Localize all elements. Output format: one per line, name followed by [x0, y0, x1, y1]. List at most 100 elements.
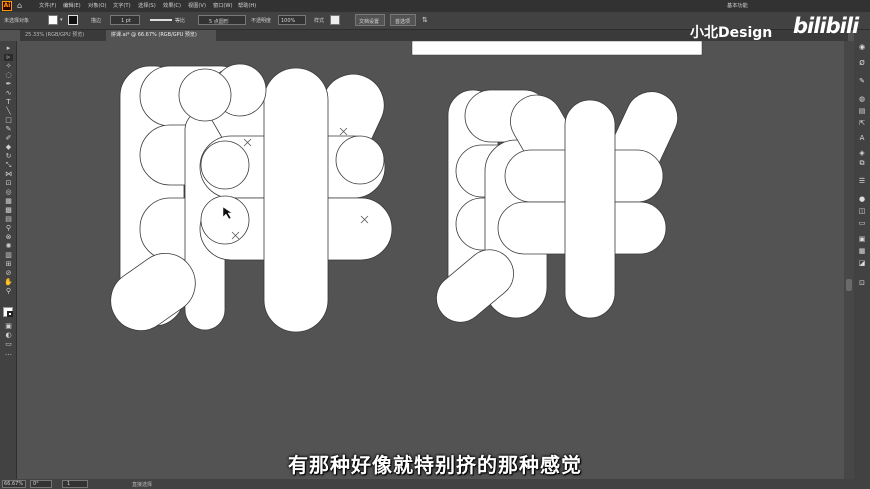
menu-help[interactable]: 帮助(H)	[238, 2, 256, 9]
tab-document-2[interactable]: 拼课.ai* @ 66.67% (RGB/GPU 预览)	[106, 30, 216, 41]
asset-export-icon[interactable]: ▤	[858, 108, 866, 115]
glyph-left-stem	[263, 67, 329, 333]
glyph-left-bump-4	[200, 140, 250, 190]
align-panel-icon[interactable]: ☰	[858, 178, 866, 185]
properties-panel-icon[interactable]: Ø	[858, 60, 866, 67]
brushes-panel-icon[interactable]: ✎	[858, 78, 866, 85]
direct-selection-tool-icon[interactable]: ▹	[4, 54, 13, 61]
brush-definition[interactable]: 5 点圆形	[198, 15, 246, 25]
fill-swatch[interactable]	[48, 15, 58, 25]
type-tool-icon[interactable]: T	[4, 99, 13, 106]
preferences-label: 首选项	[395, 19, 411, 25]
menu-view[interactable]: 视图(V)	[188, 2, 206, 9]
slice-tool-icon[interactable]: ⊘	[4, 270, 13, 277]
menu-bar: Ai ⌂ 文件(F) 编辑(E) 对象(O) 文字(T) 选择(S) 效果(C)…	[0, 0, 870, 12]
zoom-value: 66.67%	[4, 481, 24, 487]
panel-dock: ◉ Ø ✎ ◍ ▤ ⇱ A ◈ ⧉ ☰ ● ◫ ▭ ▣ ▦ ◪ ⊡	[854, 30, 870, 479]
brush-label: 5 点圆形	[209, 19, 229, 25]
free-transform-icon[interactable]: ⊡	[4, 180, 13, 187]
symbol-sprayer-icon[interactable]: ✺	[4, 243, 13, 250]
status-bar: 66.67% 0° 1 直接选择	[0, 479, 870, 489]
color-mode-icon[interactable]: ▣	[4, 323, 13, 330]
artboards-panel-icon[interactable]: ⧉	[858, 160, 866, 167]
stroke-color-icon[interactable]	[7, 311, 13, 317]
eyedropper-icon[interactable]: ⚲	[4, 225, 13, 232]
shaper-tool-icon[interactable]: ✐	[4, 135, 13, 142]
stroke-label: 描边	[91, 18, 102, 24]
angle-value: 0°	[33, 481, 39, 487]
stroke-panel-icon[interactable]: ▭	[858, 220, 866, 227]
color-panel-icon[interactable]: ◉	[858, 44, 866, 51]
style-label: 样式	[314, 18, 325, 24]
appearance-panel-icon[interactable]: ◍	[858, 96, 866, 103]
pen-tool-icon[interactable]: ✒	[4, 81, 13, 88]
menu-window[interactable]: 窗口(W)	[213, 2, 233, 9]
artboard-edge	[411, 41, 703, 56]
menu-effect[interactable]: 效果(C)	[163, 2, 181, 9]
doc-setup-button[interactable]: 文档设置	[355, 14, 385, 26]
glyph-left-bump-5	[200, 195, 250, 245]
magic-wand-icon[interactable]: ✧	[4, 63, 13, 70]
graph-tool-icon[interactable]: ▥	[4, 252, 13, 259]
artboard-tool-icon[interactable]: ⊞	[4, 261, 13, 268]
tab-document-1[interactable]: 25.33% (RGB/GPU 预览)	[20, 30, 104, 41]
eraser-tool-icon[interactable]: ◆	[4, 144, 13, 151]
style-swatch[interactable]	[330, 15, 340, 25]
layers-panel-icon[interactable]: ◈	[858, 150, 866, 157]
screen-mode-icon[interactable]: ▭	[4, 341, 13, 348]
home-icon[interactable]: ⌂	[17, 2, 25, 10]
opacity-field[interactable]: 100%	[278, 15, 306, 25]
more-tools-icon[interactable]: …	[4, 350, 13, 357]
blend-tool-icon[interactable]: ⊗	[4, 234, 13, 241]
rotate-view-field[interactable]: 0°	[30, 480, 52, 488]
stroke-profile[interactable]: 等比	[148, 16, 186, 24]
workspace-switcher[interactable]: 基本功能	[727, 2, 748, 9]
perspective-grid-icon[interactable]: ▦	[4, 198, 13, 205]
doc-setup-label: 文档设置	[359, 19, 380, 25]
line-tool-icon[interactable]: ╲	[4, 108, 13, 115]
symbols-panel-icon[interactable]: ◪	[858, 260, 866, 267]
artboard-navigator[interactable]: 1	[62, 480, 88, 488]
stroke-weight-field[interactable]: 1 pt	[110, 15, 140, 25]
character-panel-icon[interactable]: A	[858, 135, 866, 142]
channel-watermark: 小北Design	[690, 25, 773, 41]
rotate-tool-icon[interactable]: ↻	[4, 153, 13, 160]
stroke-swatch[interactable]	[68, 15, 78, 25]
arrange-icon[interactable]: ⇅	[422, 16, 428, 24]
vertical-scrollbar[interactable]	[844, 41, 854, 479]
app-icon: Ai	[2, 1, 12, 11]
glyph-left-bump-3	[335, 135, 385, 185]
hand-tool-icon[interactable]: ✋	[4, 279, 13, 286]
place-icon[interactable]: ⇱	[858, 120, 866, 127]
gradient-tool-icon[interactable]: ▤	[4, 216, 13, 223]
menu-type[interactable]: 文字(T)	[113, 2, 131, 9]
tools-panel: ▸ ▹ ✧ ◌ ✒ ∿ T ╲ □ ✎ ✐ ◆ ↻ ⤡ ⋈ ⊡ ◎ ▦ ▩ ▤ …	[0, 41, 17, 479]
menu-edit[interactable]: 编辑(E)	[63, 2, 81, 9]
pathfinder-panel-icon[interactable]: ◫	[858, 208, 866, 215]
draw-mode-icon[interactable]: ◐	[4, 332, 13, 339]
links-panel-icon[interactable]: ⊡	[858, 280, 866, 287]
width-tool-icon[interactable]: ⋈	[4, 171, 13, 178]
curvature-tool-icon[interactable]: ∿	[4, 90, 13, 97]
mesh-tool-icon[interactable]: ▩	[4, 207, 13, 214]
stroke-profile-label: 等比	[175, 18, 186, 24]
rectangle-tool-icon[interactable]: □	[4, 117, 13, 124]
scale-tool-icon[interactable]: ⤡	[4, 162, 13, 169]
gradient-panel-icon[interactable]: ▣	[858, 236, 866, 243]
preferences-button[interactable]: 首选项	[390, 14, 416, 26]
shape-builder-icon[interactable]: ◎	[4, 189, 13, 196]
selection-tool-icon[interactable]: ▸	[4, 45, 13, 52]
transparency-panel-icon[interactable]: ●	[858, 196, 866, 203]
paintbrush-tool-icon[interactable]: ✎	[4, 126, 13, 133]
fill-dropdown-icon[interactable]: ▾	[60, 17, 63, 23]
canvas-artwork	[110, 41, 703, 333]
swatches-panel-icon[interactable]: ▦	[858, 248, 866, 255]
menu-file[interactable]: 文件(F)	[39, 2, 56, 9]
lasso-tool-icon[interactable]: ◌	[4, 72, 13, 79]
scroll-thumb[interactable]	[846, 279, 852, 291]
glyph-right-stem	[564, 99, 616, 319]
zoom-tool-icon[interactable]: ⚲	[4, 288, 13, 295]
zoom-field[interactable]: 66.67%	[2, 480, 26, 488]
menu-select[interactable]: 选择(S)	[138, 2, 156, 9]
menu-object[interactable]: 对象(O)	[88, 2, 107, 9]
